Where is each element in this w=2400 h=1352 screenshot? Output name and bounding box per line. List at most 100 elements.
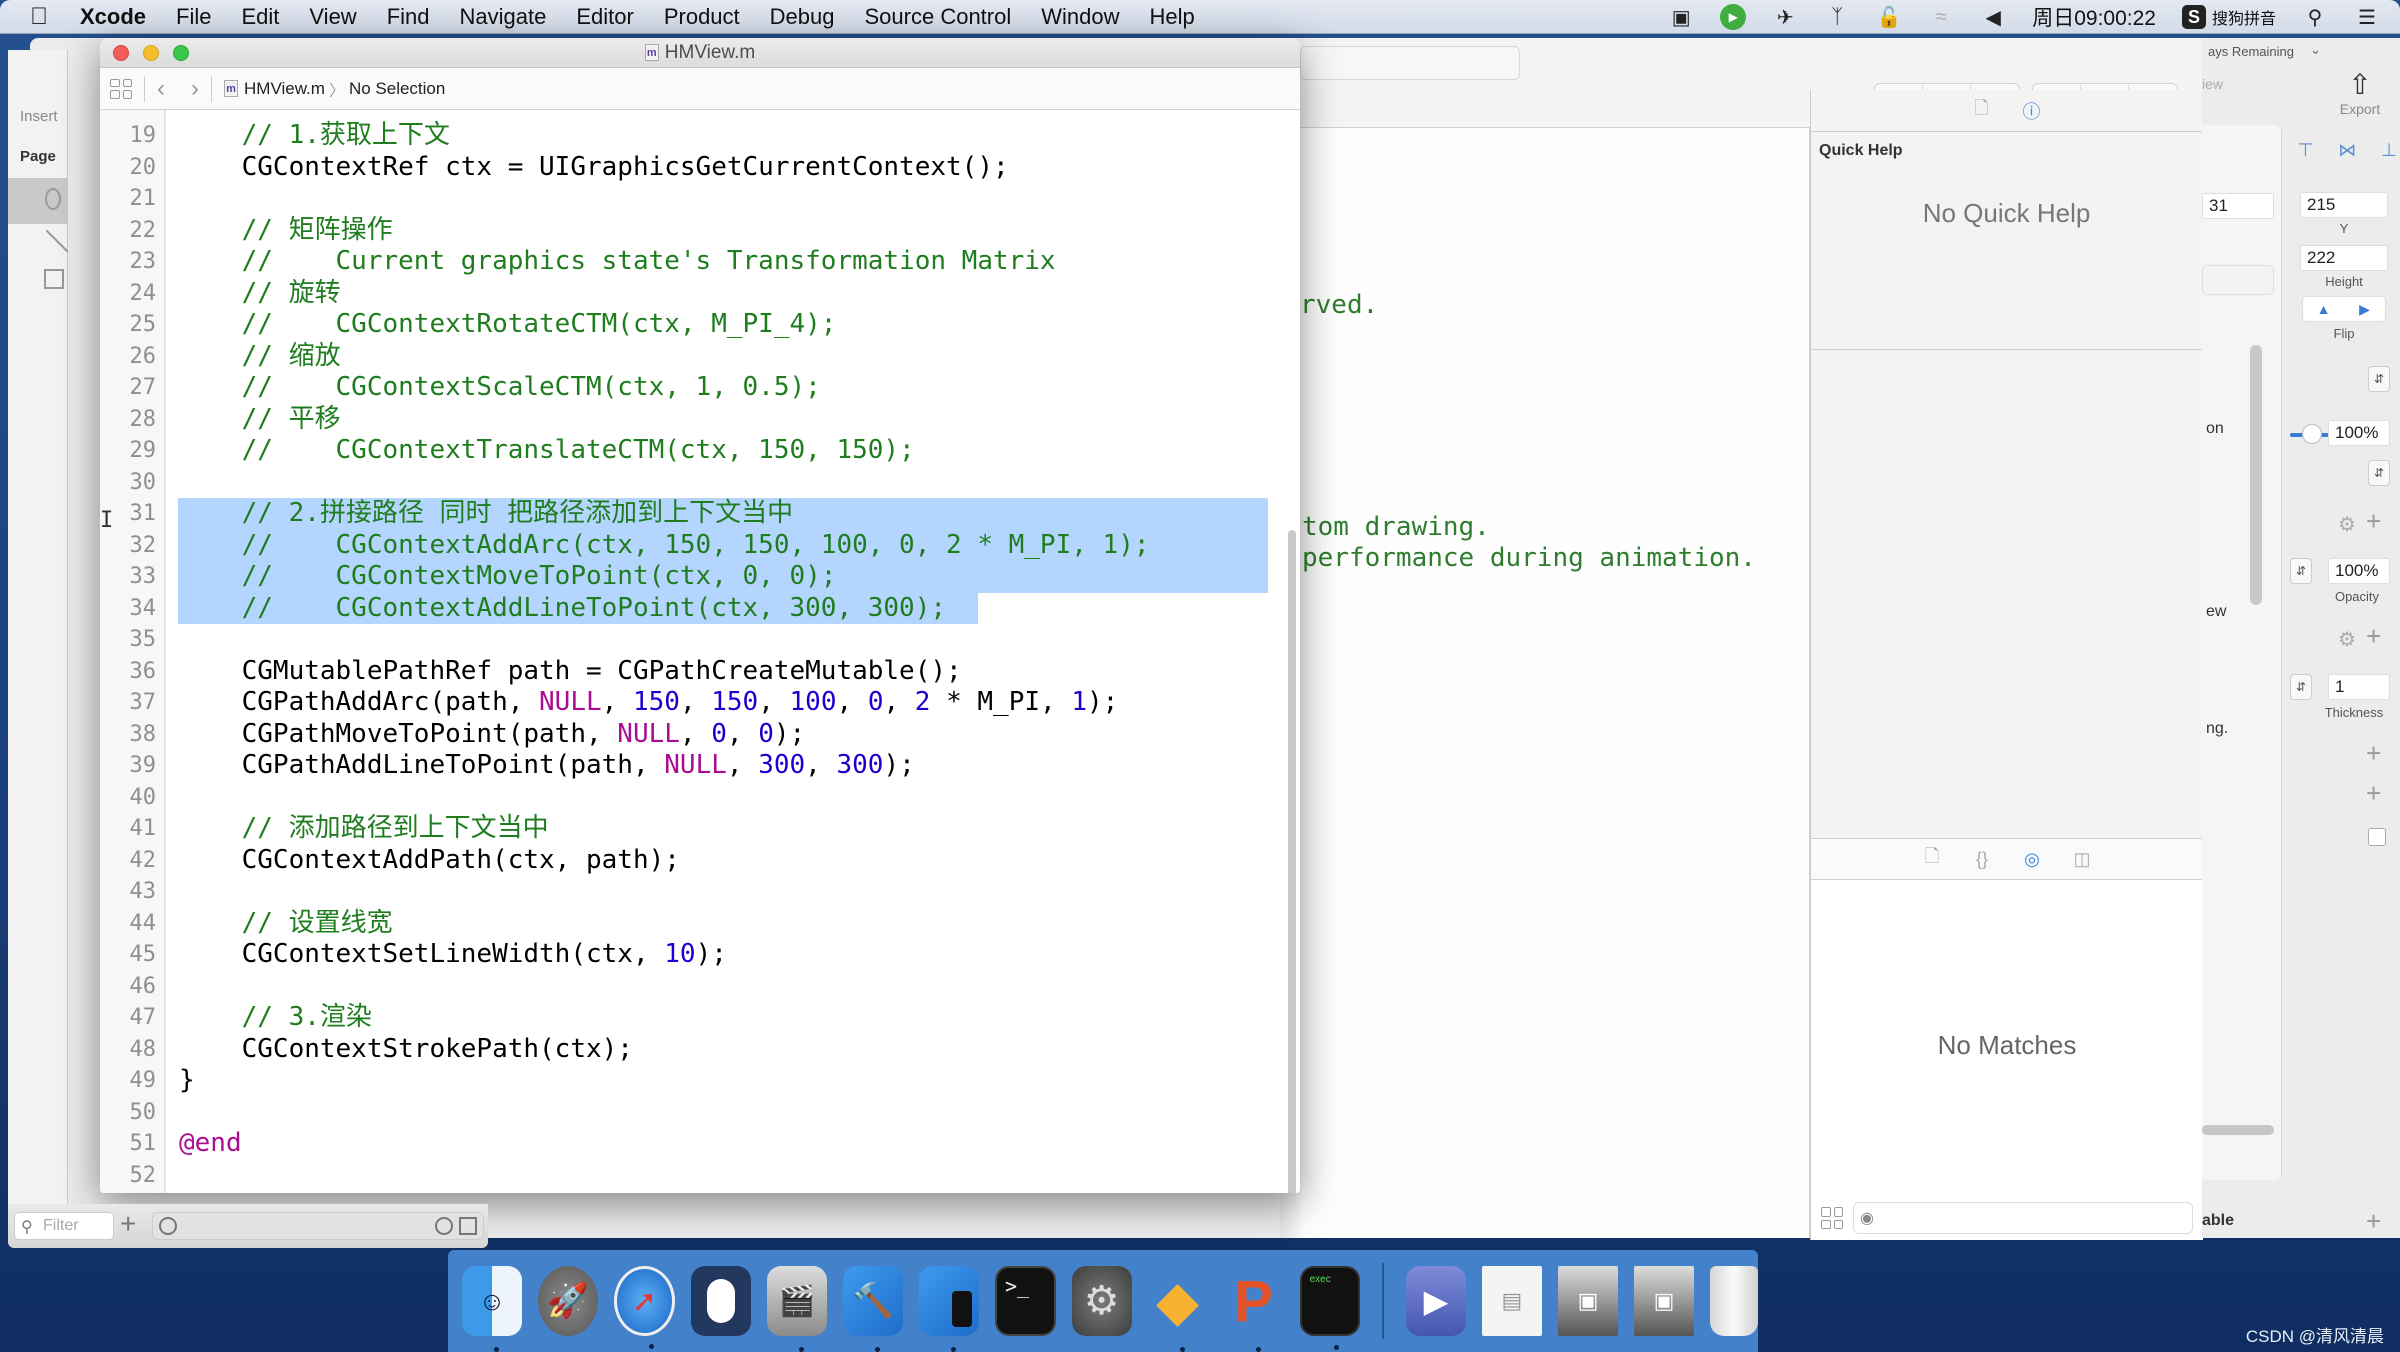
code-line[interactable]: 19 // 1.获取上下文 [100, 120, 1300, 152]
related-items-icon[interactable] [110, 78, 132, 99]
border-settings-gear-icon[interactable]: ⚙ [2338, 627, 2356, 652]
movie-app-icon[interactable]: 🎬 [766, 1266, 827, 1352]
x-field[interactable]: 31 [2202, 193, 2274, 219]
insert-label[interactable]: Insert [20, 108, 58, 125]
menu-help[interactable]: Help [1150, 4, 1195, 30]
menu-file[interactable]: File [176, 4, 211, 30]
bluetooth-icon[interactable]: ᛉ [1824, 5, 1850, 29]
scm-status-icon[interactable] [459, 1217, 477, 1235]
add-fill-plus-icon[interactable]: + [2366, 506, 2381, 537]
code-line[interactable]: 26 // 缩放 [100, 341, 1300, 373]
screen-record-icon[interactable]: ▣ [1668, 5, 1694, 29]
exec-terminal-icon[interactable]: exec [1299, 1266, 1361, 1350]
code-line[interactable]: 49} [100, 1065, 1300, 1097]
navigator-filter-input[interactable]: ⚲ Filter [14, 1212, 114, 1240]
title-bar[interactable]: m HMView.m [100, 38, 1300, 68]
fill-opacity-field[interactable]: 100% [2328, 558, 2390, 584]
menu-product[interactable]: Product [664, 4, 740, 30]
menu-source-control[interactable]: Source Control [865, 4, 1012, 30]
rectangle-layer-icon[interactable] [44, 269, 64, 289]
media-library-icon[interactable]: ◫ [2072, 847, 2092, 871]
code-line[interactable]: 40 [100, 782, 1300, 814]
code-line[interactable]: 27 // CGContextScaleCTM(ctx, 1, 0.5); [100, 372, 1300, 404]
finder-icon[interactable]: ☺ [462, 1266, 523, 1352]
forward-arrow-icon[interactable]: › [191, 75, 199, 103]
height-field[interactable]: 222 [2300, 245, 2388, 271]
blur-checkbox[interactable] [2368, 828, 2386, 846]
popover-scrollbar[interactable] [2250, 345, 2262, 605]
view-menu-label[interactable]: iew [2202, 76, 2223, 92]
menu-navigate[interactable]: Navigate [460, 4, 547, 30]
volume-icon[interactable]: ◀ [1980, 5, 2006, 29]
menu-debug[interactable]: Debug [770, 4, 835, 30]
thickness-field[interactable]: 1 [2328, 674, 2390, 700]
code-line[interactable]: 32 // CGContextAddArc(ctx, 150, 150, 100… [100, 529, 1300, 561]
fill-settings-gear-icon[interactable]: ⚙ [2338, 512, 2356, 537]
flip-horizontal-icon[interactable]: ▲ [2303, 297, 2344, 321]
scope-icon[interactable] [159, 1217, 177, 1235]
screenshot-stack-icon[interactable]: ▣ [1633, 1266, 1694, 1336]
code-line[interactable]: 22 // 矩阵操作 [100, 215, 1300, 247]
sketch-icon[interactable]: ◆ [1148, 1266, 1208, 1352]
add-inner-shadow-plus-icon[interactable]: + [2366, 778, 2381, 809]
code-line[interactable]: 25 // CGContextRotateCTM(ctx, M_PI_4); [100, 309, 1300, 341]
code-line[interactable]: 48 CGContextStrokePath(ctx); [100, 1034, 1300, 1066]
code-line[interactable]: 44 // 设置线宽 [100, 908, 1300, 940]
grid-view-icon[interactable] [1821, 1207, 1843, 1229]
add-border-plus-icon[interactable]: + [2366, 621, 2381, 652]
code-line[interactable]: 24 // 旋转 [100, 278, 1300, 310]
code-line[interactable]: 23 // Current graphics state's Transform… [100, 246, 1300, 278]
mouse-app-icon[interactable] [690, 1266, 751, 1336]
code-line[interactable]: 29 // CGContextTranslateCTM(ctx, 150, 15… [100, 435, 1300, 467]
align-middle-icon[interactable]: ⋈ [2338, 140, 2356, 161]
add-file-plus-icon[interactable]: + [120, 1208, 136, 1240]
add-exportable-plus-icon[interactable]: + [2366, 1206, 2381, 1237]
code-line[interactable]: 45 CGContextSetLineWidth(ctx, 10); [100, 939, 1300, 971]
code-line[interactable]: 52 [100, 1160, 1300, 1192]
blending-stepper[interactable]: ⇵ [2368, 460, 2390, 486]
notification-center-icon[interactable]: ☰ [2354, 5, 2380, 29]
flip-vertical-icon[interactable]: ▶ [2344, 297, 2385, 321]
y-field[interactable]: 215 [2300, 192, 2388, 218]
input-method[interactable]: S 搜狗拼音 [2181, 5, 2276, 29]
code-editor[interactable]: 19 // 1.获取上下文 20 CGContextRef ctx = UIGra… [100, 110, 1300, 1193]
popover-field[interactable] [2202, 265, 2274, 295]
quick-help-icon[interactable]: ⓘ [2022, 99, 2042, 123]
code-line[interactable]: 20 CGContextRef ctx = UIGraphicsGetCurre… [100, 152, 1300, 184]
editor-scrollbar[interactable] [1288, 530, 1296, 1193]
chevron-down-icon[interactable]: ⌄ [2310, 42, 2321, 58]
page-label[interactable]: Page [20, 148, 56, 165]
border-position-stepper[interactable]: ⇵ [2290, 674, 2312, 700]
code-line[interactable]: 42 CGContextAddPath(ctx, path); [100, 845, 1300, 877]
code-line[interactable]: 35 [100, 624, 1300, 656]
menu-app[interactable]: Xcode [80, 4, 146, 30]
code-line[interactable]: 36 CGMutablePathRef path = CGPathCreateM… [100, 656, 1300, 688]
opacity-slider-knob[interactable] [2302, 424, 2322, 444]
object-library-icon[interactable]: ◎ [2022, 847, 2042, 871]
lock-icon[interactable]: 🔓 [1876, 5, 1902, 29]
export-button[interactable]: ⇧ Export [2330, 68, 2390, 117]
opacity-slider-value[interactable]: 100% [2328, 420, 2390, 446]
align-top-icon[interactable]: ⊤ [2298, 140, 2314, 161]
fill-type-stepper[interactable]: ⇵ [2290, 558, 2312, 584]
airplane-icon[interactable]: ✈ [1772, 5, 1798, 29]
apple-icon[interactable]:  [30, 3, 60, 31]
code-snippet-icon[interactable]: {} [1972, 847, 1992, 871]
code-line[interactable]: 31 // 2.拼接路径 同时 把路径添加到上下文当中 [100, 498, 1300, 530]
code-line[interactable]: 50 [100, 1097, 1300, 1129]
code-line[interactable]: 41 // 添加路径到上下文当中 [100, 813, 1300, 845]
menu-window[interactable]: Window [1041, 4, 1119, 30]
code-line[interactable]: 30 [100, 467, 1300, 499]
popover-h-scrollbar[interactable] [2202, 1125, 2274, 1135]
code-line[interactable]: 21 [100, 183, 1300, 215]
green-play-icon[interactable]: ▶ [1720, 4, 1747, 30]
menu-editor[interactable]: Editor [576, 4, 633, 30]
code-line[interactable]: 43 [100, 876, 1300, 908]
breadcrumb-selection[interactable]: No Selection [349, 79, 445, 99]
code-line[interactable]: 38 CGPathMoveToPoint(path, NULL, 0, 0); [100, 719, 1300, 751]
breadcrumb-file[interactable]: HMView.m [244, 79, 325, 99]
align-bottom-icon[interactable]: ⊥ [2381, 140, 2397, 161]
file-inspector-icon[interactable]: 🗋 [1972, 98, 1992, 123]
code-line[interactable]: 39 CGPathAddLineToPoint(path, NULL, 300,… [100, 750, 1300, 782]
oval-layer-icon[interactable] [45, 188, 61, 210]
